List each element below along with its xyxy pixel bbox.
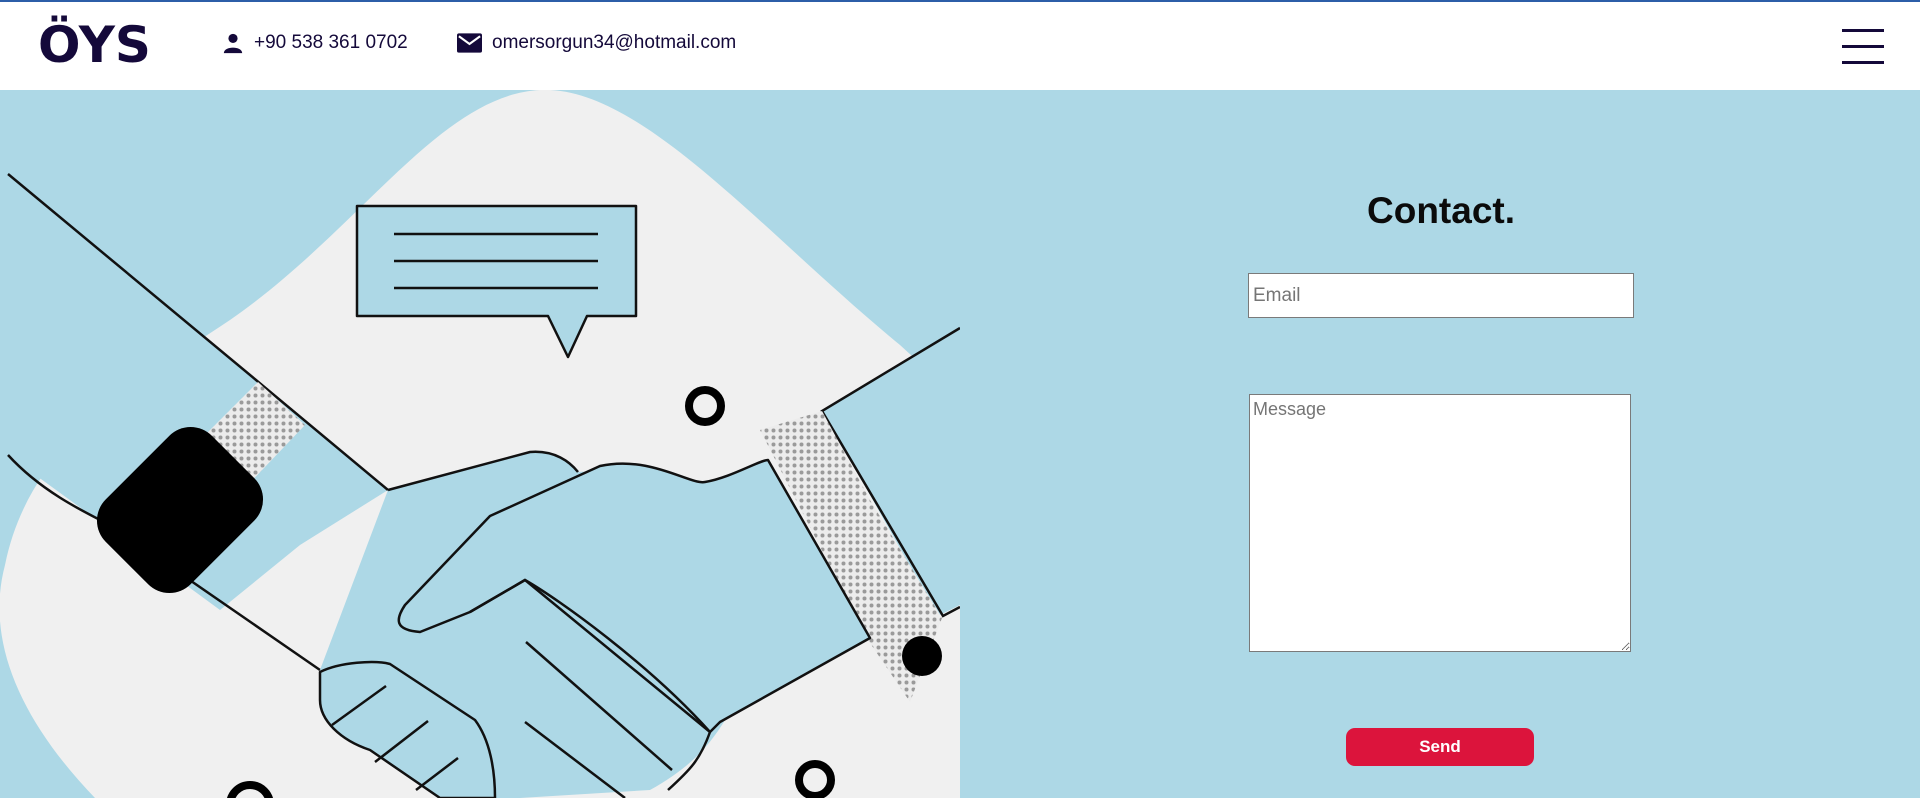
site-header: ÖYS +90 538 361 0702 omersorgun34@hotmai… (0, 2, 1920, 90)
handshake-graphic (0, 90, 960, 798)
mail-icon (457, 33, 482, 53)
hamburger-menu-icon[interactable] (1842, 29, 1884, 65)
header-email[interactable]: omersorgun34@hotmail.com (457, 32, 736, 54)
send-button[interactable]: Send (1346, 728, 1534, 766)
phone-number: +90 538 361 0702 (254, 32, 408, 53)
handshake-illustration (0, 90, 960, 798)
site-logo[interactable]: ÖYS (38, 16, 151, 74)
menu-bar-bottom (1842, 61, 1884, 64)
message-field[interactable] (1249, 394, 1631, 652)
menu-bar-middle (1842, 45, 1884, 48)
menu-bar-top (1842, 29, 1884, 32)
header-phone[interactable]: +90 538 361 0702 (222, 32, 408, 54)
contact-title: Contact. (1367, 190, 1515, 231)
contact-form: Contact. Send (1248, 90, 1634, 798)
email-address: omersorgun34@hotmail.com (492, 32, 737, 53)
person-icon (223, 33, 243, 54)
email-field[interactable] (1248, 273, 1634, 318)
